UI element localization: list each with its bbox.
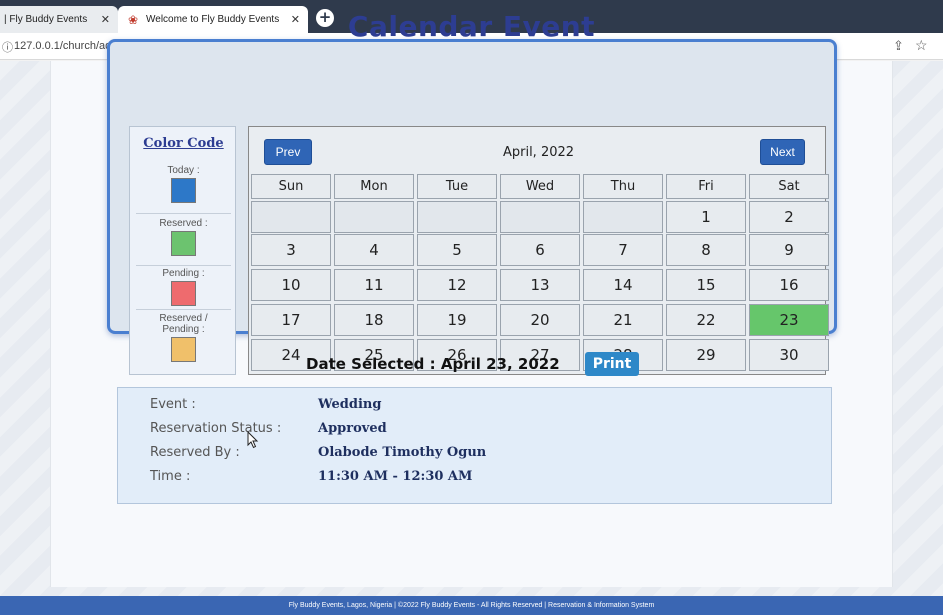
calendar-day-cell[interactable]: 18 bbox=[334, 304, 414, 336]
mouse-cursor-icon bbox=[247, 431, 259, 449]
month-label: April, 2022 bbox=[502, 144, 575, 160]
calendar-day-cell[interactable]: 23 bbox=[749, 304, 829, 336]
legend-divider bbox=[136, 309, 231, 310]
detail-row-event: Event : Wedding bbox=[118, 397, 833, 419]
calendar-empty-cell bbox=[417, 201, 497, 233]
legend-swatch-reserved bbox=[171, 231, 196, 256]
event-details-panel: Event : Wedding Reservation Status : App… bbox=[117, 387, 832, 504]
detail-label: Reservation Status : bbox=[150, 421, 282, 436]
next-month-button[interactable]: Next bbox=[760, 139, 805, 165]
weekday-header: Sun bbox=[251, 174, 331, 199]
legend-swatch-today bbox=[171, 178, 196, 203]
detail-label: Reserved By : bbox=[150, 445, 240, 460]
legend-title: Color Code bbox=[143, 136, 224, 151]
detail-value: Wedding bbox=[318, 397, 382, 412]
calendar-day-cell[interactable]: 22 bbox=[666, 304, 746, 336]
calendar-day-cell[interactable]: 3 bbox=[251, 234, 331, 266]
calendar-day-cell[interactable]: 4 bbox=[334, 234, 414, 266]
legend-item-today: Today : bbox=[130, 165, 237, 203]
calendar-grid: Prev April, 2022 Next Sun Mon Tue Wed Thu Fri… bbox=[248, 126, 829, 375]
legend-item-pending: Pending : bbox=[130, 268, 237, 306]
calendar-empty-cell bbox=[251, 201, 331, 233]
calendar-day-cell[interactable]: 11 bbox=[334, 269, 414, 301]
prev-month-button[interactable]: Prev bbox=[264, 139, 312, 165]
legend-item-reserved: Reserved : bbox=[130, 218, 237, 256]
calendar-day-cell[interactable]: 6 bbox=[500, 234, 580, 266]
calendar-day-cell[interactable]: 15 bbox=[666, 269, 746, 301]
calendar-day-cell[interactable]: 1 bbox=[666, 201, 746, 233]
legend-label: Pending : bbox=[162, 268, 205, 279]
detail-value: Approved bbox=[318, 421, 387, 436]
calendar-empty-cell bbox=[334, 201, 414, 233]
weekday-header: Sat bbox=[749, 174, 829, 199]
calendar-day-cell[interactable]: 9 bbox=[749, 234, 829, 266]
detail-label: Time : bbox=[150, 469, 191, 484]
color-code-legend: Color Code Today : Reserved : Pending : … bbox=[129, 126, 236, 375]
legend-label: Today : bbox=[167, 165, 200, 176]
detail-row-time: Time : 11:30 AM - 12:30 AM bbox=[118, 469, 833, 491]
calendar-day-cell[interactable]: 16 bbox=[749, 269, 829, 301]
calendar-day-cell[interactable]: 2 bbox=[749, 201, 829, 233]
legend-label: Reserved / Pending : bbox=[159, 313, 208, 335]
print-button[interactable]: Print bbox=[585, 352, 639, 376]
calendar-day-cell[interactable]: 17 bbox=[251, 304, 331, 336]
legend-label: Reserved : bbox=[159, 218, 208, 229]
footer: Fly Buddy Events, Lagos, Nigeria | ©2022… bbox=[0, 596, 943, 615]
calendar-day-cell[interactable]: 12 bbox=[417, 269, 497, 301]
calendar-day-cell[interactable]: 10 bbox=[251, 269, 331, 301]
selected-date-row: Date Selected : April 23, 2022 Print bbox=[0, 352, 943, 378]
weekday-header: Wed bbox=[500, 174, 580, 199]
weekday-header: Fri bbox=[666, 174, 746, 199]
calendar-empty-cell bbox=[500, 201, 580, 233]
calendar-day-cell[interactable]: 14 bbox=[583, 269, 663, 301]
calendar-day-cell[interactable]: 20 bbox=[500, 304, 580, 336]
weekday-header: Tue bbox=[417, 174, 497, 199]
calendar-empty-cell bbox=[583, 201, 663, 233]
calendar-day-cell[interactable]: 8 bbox=[666, 234, 746, 266]
detail-row-reserved-by: Reserved By : Olabode Timothy Ogun bbox=[118, 445, 833, 467]
calendar-day-cell[interactable]: 13 bbox=[500, 269, 580, 301]
calendar-day-cell[interactable]: 19 bbox=[417, 304, 497, 336]
legend-divider bbox=[136, 213, 231, 214]
detail-value: 11:30 AM - 12:30 AM bbox=[318, 469, 473, 484]
detail-value: Olabode Timothy Ogun bbox=[318, 445, 487, 460]
legend-swatch-pending bbox=[171, 281, 196, 306]
weekday-header: Thu bbox=[583, 174, 663, 199]
selected-date-text: Date Selected : April 23, 2022 bbox=[306, 355, 560, 373]
calendar-day-cell[interactable]: 5 bbox=[417, 234, 497, 266]
legend-divider bbox=[136, 265, 231, 266]
calendar-day-cell[interactable]: 7 bbox=[583, 234, 663, 266]
calendar-day-cell[interactable]: 21 bbox=[583, 304, 663, 336]
detail-label: Event : bbox=[150, 397, 196, 412]
detail-row-status: Reservation Status : Approved bbox=[118, 421, 833, 443]
weekday-header: Mon bbox=[334, 174, 414, 199]
